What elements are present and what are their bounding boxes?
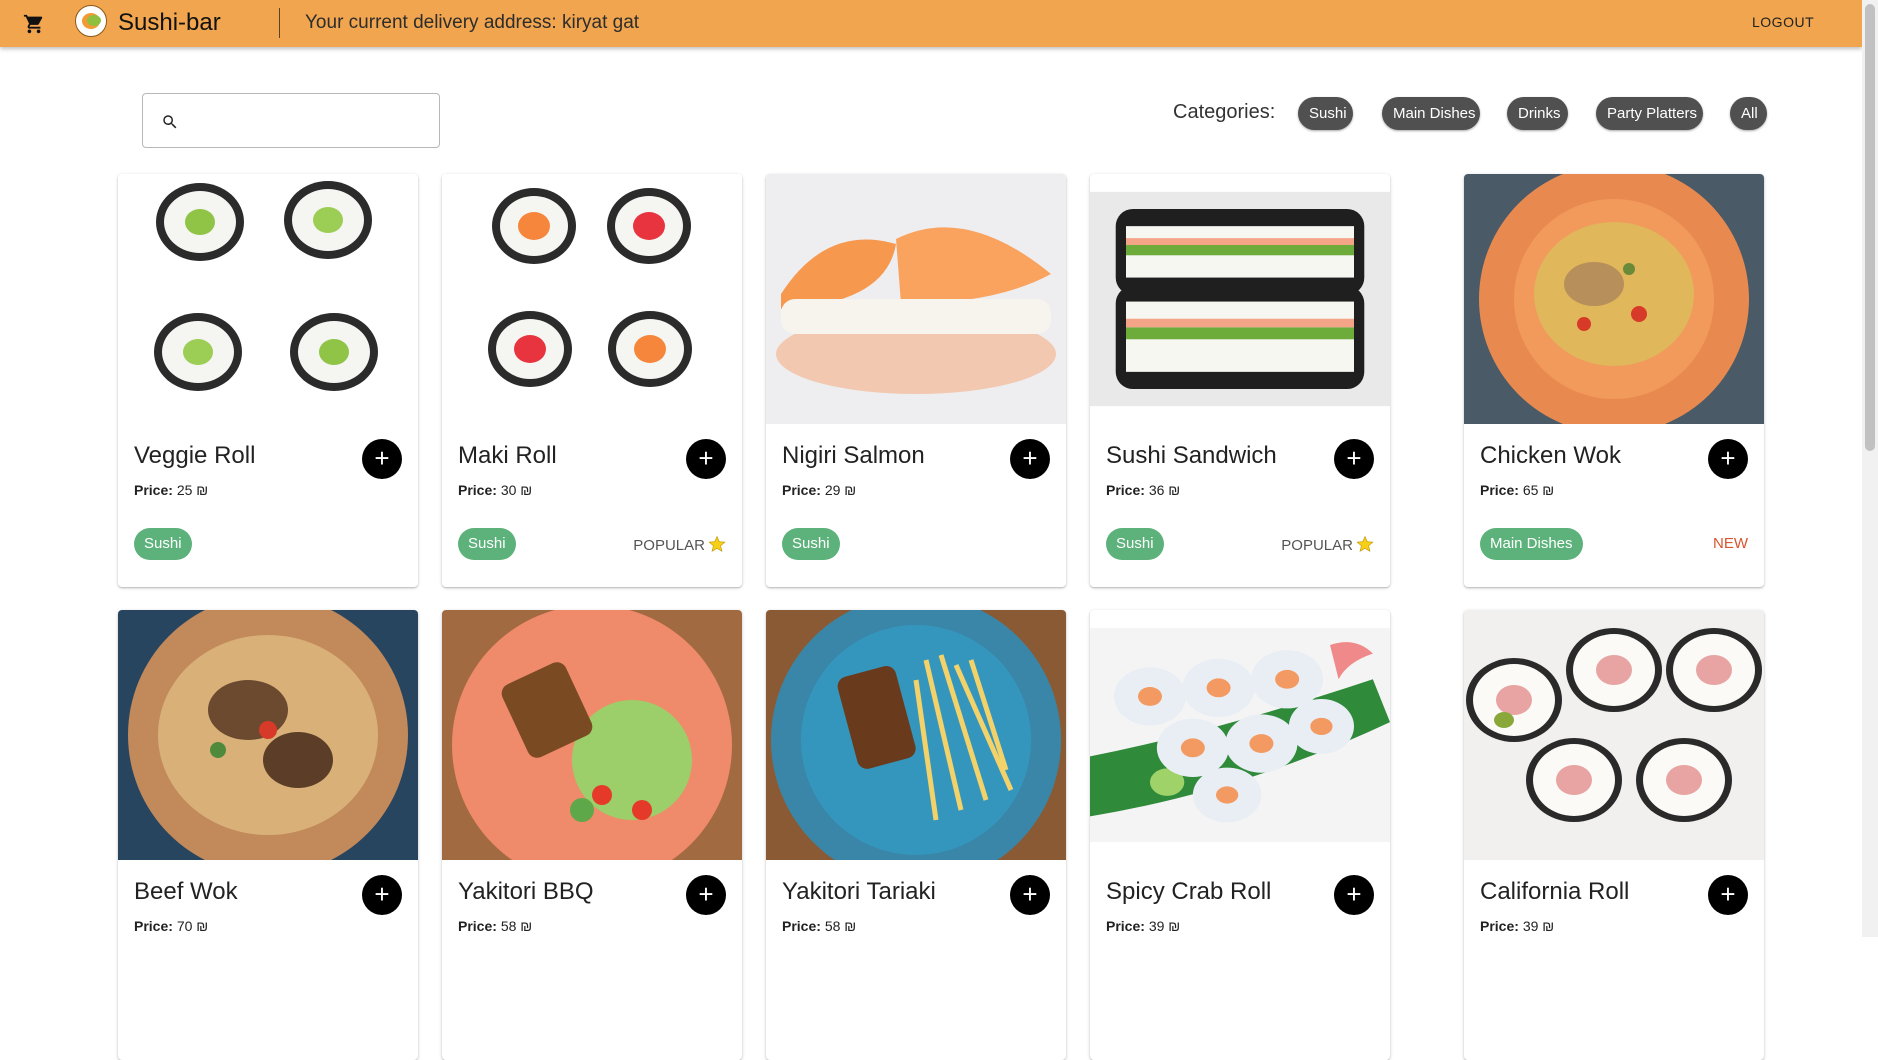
product-image [118,610,418,860]
app-header: Sushi-bar Your current delivery address:… [0,0,1862,47]
category-tag: Main Dishes [1480,528,1583,560]
category-chip-sushi[interactable]: Sushi [1298,97,1353,130]
category-tag: Sushi [1106,528,1164,560]
category-tag: Sushi [134,528,192,560]
product-image [118,174,418,424]
add-to-cart-button[interactable]: + [1334,875,1374,915]
search-box[interactable] [142,93,440,148]
header-divider [279,8,280,38]
product-price: Price: 29 ₪ [782,482,857,498]
product-image [1464,610,1764,860]
product-name: Yakitori BBQ [458,878,594,905]
product-price: Price: 58 ₪ [458,918,533,934]
logo-icon [75,5,107,37]
product-name: Veggie Roll [134,442,256,469]
product-image [442,610,742,860]
product-price: Price: 39 ₪ [1480,918,1555,934]
category-chip-drinks[interactable]: Drinks [1507,97,1568,130]
add-to-cart-button[interactable]: + [686,439,726,479]
popular-badge: POPULAR [1281,535,1374,554]
product-card[interactable]: Beef Wok Price: 70 ₪ + [118,610,418,1060]
product-image [442,174,742,424]
popular-badge: POPULAR [633,535,726,554]
product-price: Price: 30 ₪ [458,482,533,498]
product-image [1090,627,1390,843]
new-badge: NEW [1713,535,1748,552]
cart-icon[interactable] [22,13,46,35]
product-image [766,610,1066,860]
product-name: Chicken Wok [1480,442,1621,469]
add-to-cart-button[interactable]: + [1708,875,1748,915]
add-to-cart-button[interactable]: + [1708,439,1748,479]
product-name: Yakitori Tariaki [782,878,936,905]
product-card[interactable]: Yakitori BBQ Price: 58 ₪ + [442,610,742,1060]
add-to-cart-button[interactable]: + [1010,439,1050,479]
product-name: Nigiri Salmon [782,442,925,469]
product-card[interactable]: California Roll Price: 39 ₪ + [1464,610,1764,1060]
category-tag: Sushi [458,528,516,560]
product-card[interactable]: Veggie Roll Price: 25 ₪ + Sushi [118,174,418,587]
product-card[interactable]: Maki Roll Price: 30 ₪ + Sushi POPULAR [442,174,742,587]
product-name: Spicy Crab Roll [1106,878,1272,905]
product-price: Price: 25 ₪ [134,482,209,498]
add-to-cart-button[interactable]: + [1334,439,1374,479]
product-price: Price: 36 ₪ [1106,482,1181,498]
logout-button[interactable]: LOGOUT [1752,14,1814,30]
product-card[interactable]: Spicy Crab Roll Price: 39 ₪ + [1090,610,1390,1060]
product-name: Sushi Sandwich [1106,442,1277,469]
product-price: Price: 70 ₪ [134,918,209,934]
category-tag: Sushi [782,528,840,560]
star-icon [708,535,726,552]
product-image [1090,191,1390,407]
add-to-cart-button[interactable]: + [362,875,402,915]
product-name: Beef Wok [134,878,238,905]
product-price: Price: 58 ₪ [782,918,857,934]
search-input[interactable] [193,104,427,140]
category-chip-all[interactable]: All [1730,97,1767,130]
product-card[interactable]: Chicken Wok Price: 65 ₪ + Main Dishes NE… [1464,174,1764,587]
product-price: Price: 39 ₪ [1106,918,1181,934]
add-to-cart-button[interactable]: + [1010,875,1050,915]
add-to-cart-button[interactable]: + [686,875,726,915]
product-card[interactable]: Sushi Sandwich Price: 36 ₪ + Sushi POPUL… [1090,174,1390,587]
scrollbar-thumb[interactable] [1865,4,1875,451]
brand-title[interactable]: Sushi-bar [118,9,221,37]
category-chip-main-dishes[interactable]: Main Dishes [1382,97,1480,130]
product-name: California Roll [1480,878,1630,905]
categories-label: Categories: [1173,101,1276,123]
product-card[interactable]: Yakitori Tariaki Price: 58 ₪ + [766,610,1066,1060]
search-icon [163,115,177,129]
product-image [1464,174,1764,424]
page-scrollbar[interactable] [1862,0,1878,937]
product-image [766,174,1066,424]
category-chip-party-platters[interactable]: Party Platters [1596,97,1703,130]
star-icon [1356,535,1374,552]
delivery-address: Your current delivery address: kiryat ga… [305,12,640,33]
product-card[interactable]: Nigiri Salmon Price: 29 ₪ + Sushi [766,174,1066,587]
product-name: Maki Roll [458,442,557,469]
product-price: Price: 65 ₪ [1480,482,1555,498]
add-to-cart-button[interactable]: + [362,439,402,479]
